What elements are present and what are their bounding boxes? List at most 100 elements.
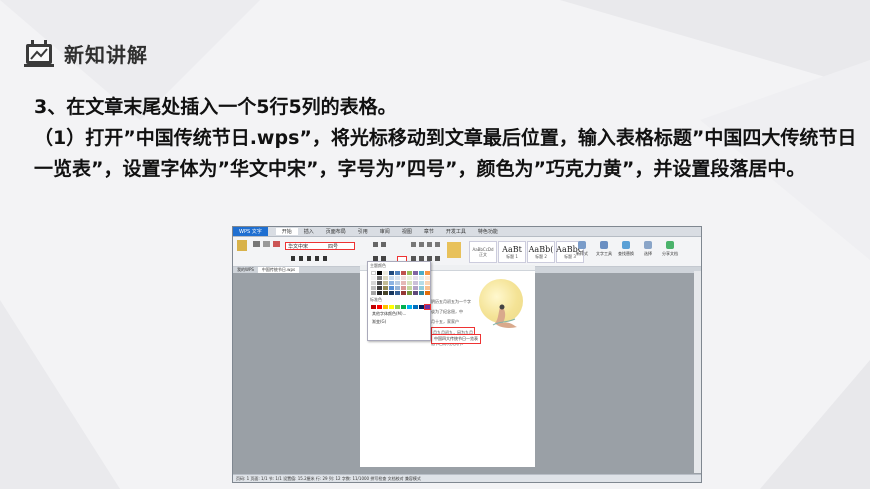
tab-view[interactable]: 视图 <box>396 228 418 235</box>
color-swatch[interactable] <box>419 271 424 275</box>
share-doc-button[interactable]: 分享文档 <box>659 241 681 261</box>
color-swatch[interactable] <box>425 281 430 285</box>
doc-line: 月十五，家家户 <box>431 319 459 324</box>
color-swatch[interactable] <box>383 276 388 280</box>
color-swatch[interactable] <box>395 305 400 309</box>
color-swatch[interactable] <box>407 286 412 290</box>
color-swatch[interactable] <box>395 291 400 295</box>
status-bar: 页码: 1 页面: 1/1 节: 1/1 设置值: 15.2厘米 行: 29 列… <box>233 474 701 482</box>
color-swatch[interactable] <box>407 281 412 285</box>
color-swatch[interactable] <box>371 276 376 280</box>
fairy-illustration <box>492 304 517 328</box>
color-swatch-selected[interactable] <box>424 304 431 310</box>
font-name-box[interactable]: 华文中宋 <box>285 242 355 250</box>
color-swatch[interactable] <box>383 286 388 290</box>
color-swatch[interactable] <box>389 291 394 295</box>
new-style-button[interactable]: 新样式 <box>571 241 593 261</box>
color-swatch[interactable] <box>377 286 382 290</box>
color-swatch[interactable] <box>407 271 412 275</box>
color-swatch[interactable] <box>401 271 406 275</box>
color-swatch[interactable] <box>425 291 430 295</box>
tab-review[interactable]: 审阅 <box>374 228 396 235</box>
color-swatch[interactable] <box>389 286 394 290</box>
wps-app-button[interactable]: WPS 文字 <box>233 227 268 236</box>
color-swatch[interactable] <box>413 276 418 280</box>
color-swatch[interactable] <box>395 276 400 280</box>
color-swatch[interactable] <box>407 291 412 295</box>
color-swatch[interactable] <box>389 305 394 309</box>
tab-insert[interactable]: 插入 <box>298 228 320 235</box>
vertical-scrollbar[interactable] <box>694 271 701 473</box>
color-swatch[interactable] <box>413 281 418 285</box>
color-swatch[interactable] <box>401 276 406 280</box>
tab-page-layout[interactable]: 页面布局 <box>320 228 352 235</box>
color-swatch[interactable] <box>377 271 382 275</box>
color-swatch[interactable] <box>395 281 400 285</box>
doc-tab-my-wps[interactable]: 我的WPS <box>233 267 258 273</box>
color-swatch[interactable] <box>371 291 376 295</box>
find-replace-button[interactable]: 查找替换 <box>615 241 637 261</box>
color-swatch[interactable] <box>407 305 412 309</box>
color-swatch[interactable] <box>377 291 382 295</box>
section-header: 新知讲解 <box>22 35 148 71</box>
font-color-dropdown: 主题颜色 标准色 其他字体颜色(M)... 渐变(G) <box>367 261 431 341</box>
text-tools-button[interactable]: 文字工具 <box>593 241 615 261</box>
color-swatch[interactable] <box>395 271 400 275</box>
tab-references[interactable]: 引用 <box>352 228 374 235</box>
color-swatch[interactable] <box>377 281 382 285</box>
tab-home[interactable]: 开始 <box>275 228 298 235</box>
color-swatch[interactable] <box>413 271 418 275</box>
table-title-text[interactable]: 中国四大传统节日一览表 <box>431 334 481 344</box>
color-swatch[interactable] <box>425 286 430 290</box>
color-swatch[interactable] <box>401 286 406 290</box>
instruction-heading: 3、在文章末尾处插入一个5行5列的表格。 <box>34 96 397 118</box>
color-swatch[interactable] <box>371 305 376 309</box>
more-colors-item[interactable]: 其他字体颜色(M)... <box>368 310 430 318</box>
color-swatch[interactable] <box>419 276 424 280</box>
doc-tab-festival[interactable]: 中国传统节日.wps <box>257 267 300 273</box>
color-swatch[interactable] <box>425 276 430 280</box>
color-swatch[interactable] <box>389 271 394 275</box>
color-swatch[interactable] <box>377 276 382 280</box>
color-swatch[interactable] <box>389 281 394 285</box>
tab-chapter[interactable]: 章节 <box>418 228 440 235</box>
color-swatch[interactable] <box>407 276 412 280</box>
title-bar: WPS 文字 开始 插入 页面布局 引用 审阅 视图 章节 开发工具 特色功能 <box>233 227 701 237</box>
color-swatch[interactable] <box>395 286 400 290</box>
color-swatch[interactable] <box>413 291 418 295</box>
color-swatch[interactable] <box>401 305 406 309</box>
ribbon: 华文中宋 四号 AaBbCcDd 正文 AaBt 标题 1 AaBb( 标题 2… <box>233 237 701 267</box>
tab-developer[interactable]: 开发工具 <box>440 228 472 235</box>
color-swatch[interactable] <box>383 305 388 309</box>
color-swatch[interactable] <box>383 281 388 285</box>
color-swatch[interactable] <box>413 305 418 309</box>
ribbon-right-tools: 新样式 文字工具 查找替换 选择 分享文档 <box>571 241 681 261</box>
color-swatch[interactable] <box>401 291 406 295</box>
gradient-item[interactable]: 渐变(G) <box>368 318 430 326</box>
color-swatch[interactable] <box>371 286 376 290</box>
standard-colors-label: 标准色 <box>370 297 382 302</box>
color-swatch[interactable] <box>383 271 388 275</box>
color-swatch[interactable] <box>383 291 388 295</box>
color-swatch[interactable] <box>419 281 424 285</box>
color-swatch[interactable] <box>419 286 424 290</box>
style-heading-1[interactable]: AaBt 标题 1 <box>498 241 526 263</box>
color-swatch[interactable] <box>371 271 376 275</box>
color-swatch[interactable] <box>371 281 376 285</box>
instruction-paragraph: （1）打开”中国传统节日.wps”，将光标移动到文章最后位置，输入表格标题”中国… <box>34 127 857 180</box>
style-normal[interactable]: AaBbCcDd 正文 <box>469 241 497 263</box>
color-swatch[interactable] <box>401 281 406 285</box>
color-swatch[interactable] <box>377 305 382 309</box>
style-heading-2[interactable]: AaBb( 标题 2 <box>527 241 555 263</box>
color-swatch[interactable] <box>419 305 424 309</box>
color-swatch[interactable] <box>419 291 424 295</box>
color-swatch[interactable] <box>389 276 394 280</box>
wps-screenshot: WPS 文字 开始 插入 页面布局 引用 审阅 视图 章节 开发工具 特色功能 <box>232 226 702 483</box>
color-swatch[interactable] <box>425 271 430 275</box>
theme-colors-label: 主题颜色 <box>370 263 386 268</box>
color-swatch[interactable] <box>413 286 418 290</box>
select-button[interactable]: 选择 <box>637 241 659 261</box>
font-size-box[interactable]: 四号 <box>328 243 338 250</box>
tab-features[interactable]: 特色功能 <box>472 228 504 235</box>
section-title: 新知讲解 <box>64 42 148 67</box>
